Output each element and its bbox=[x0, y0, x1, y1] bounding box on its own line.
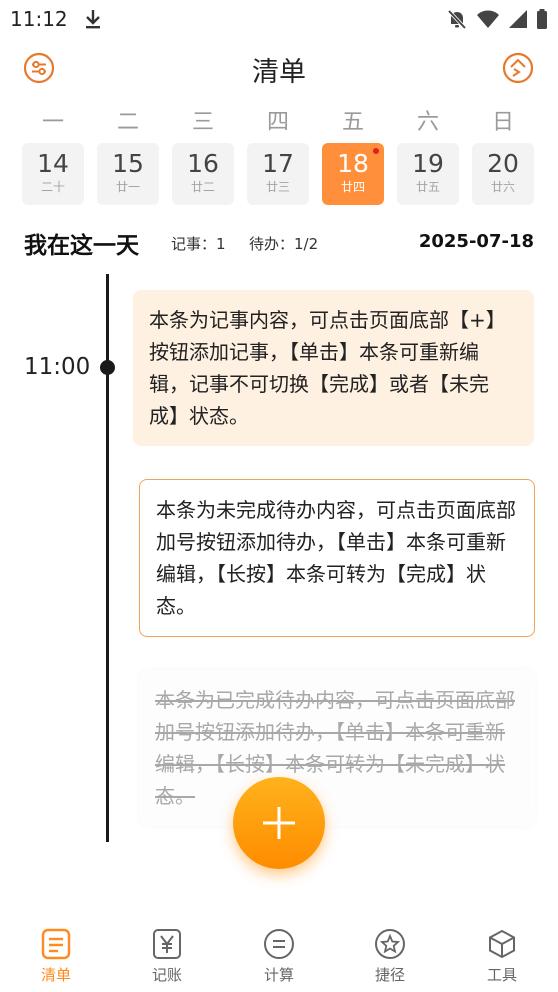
day-summary: 我在这一天 记事：1 待办：1/2 2025-07-18 bbox=[0, 226, 558, 260]
wifi-icon bbox=[476, 9, 500, 33]
todo-count: 待办：1/2 bbox=[249, 235, 319, 253]
lunar-date: 二十 bbox=[40, 180, 65, 194]
equals-icon bbox=[264, 929, 294, 959]
weekday-label: 五 bbox=[341, 110, 364, 135]
header: 清单 bbox=[0, 44, 558, 94]
date-number: 14 bbox=[37, 149, 69, 178]
date-cell-selected[interactable]: 18 廿四 bbox=[322, 143, 384, 205]
add-button[interactable] bbox=[233, 777, 325, 869]
nav-item-shortcut[interactable]: 捷径 bbox=[350, 928, 430, 985]
plus-icon bbox=[263, 807, 295, 839]
signal-icon bbox=[508, 9, 528, 33]
week-date-strip: 14 二十 15 廿一 16 廿二 17 廿三 18 廿四 19 廿五 20 廿… bbox=[0, 143, 558, 205]
status-bar: 11:12 bbox=[0, 0, 558, 38]
weekday-label: 四 bbox=[266, 110, 289, 135]
todo-card-completed[interactable]: 本条为已完成待办内容，可点击页面底部加号按钮添加待办，【单击】本条可重新编辑，【… bbox=[139, 670, 535, 826]
lunar-date: 廿三 bbox=[265, 180, 290, 194]
notes-count: 记事：1 bbox=[171, 235, 226, 253]
nav-item-calculate[interactable]: 计算 bbox=[239, 928, 319, 985]
date-number: 19 bbox=[412, 149, 444, 178]
date-cell[interactable]: 16 廿二 bbox=[172, 143, 234, 205]
date-cell[interactable]: 15 廿一 bbox=[97, 143, 159, 205]
status-time: 11:12 bbox=[10, 7, 68, 31]
nav-label: 捷径 bbox=[374, 966, 405, 984]
list-icon bbox=[41, 928, 71, 960]
nav-label: 计算 bbox=[263, 966, 294, 984]
yen-icon bbox=[153, 929, 181, 959]
note-card[interactable]: 本条为记事内容，可点击页面底部【+】按钮添加记事，【单击】本条可重新编辑，记事不… bbox=[133, 290, 534, 446]
timeline-time: 11:00 bbox=[24, 354, 91, 380]
nav-item-bookkeeping[interactable]: 记账 bbox=[127, 928, 207, 985]
nav-label: 清单 bbox=[40, 966, 71, 984]
nav-item-list[interactable]: 清单 bbox=[16, 928, 96, 985]
status-icons bbox=[446, 8, 548, 34]
weekday-row: 一 二 三 四 五 六 日 bbox=[0, 104, 558, 135]
date-number: 15 bbox=[112, 149, 144, 178]
mute-bell-icon bbox=[446, 8, 468, 34]
nav-label: 工具 bbox=[486, 966, 517, 984]
lunar-date: 廿五 bbox=[415, 180, 440, 194]
section-title: 我在这一天 bbox=[24, 233, 139, 259]
page-title: 清单 bbox=[252, 57, 306, 88]
nav-item-tools[interactable]: 工具 bbox=[462, 928, 542, 985]
star-icon bbox=[375, 929, 405, 959]
cube-icon bbox=[489, 929, 515, 959]
download-icon bbox=[82, 8, 104, 30]
date-number: 16 bbox=[187, 149, 219, 178]
weekday-label: 日 bbox=[491, 110, 514, 135]
weekday-label: 三 bbox=[191, 110, 214, 135]
lunar-date: 廿二 bbox=[190, 180, 215, 194]
weekday-label: 一 bbox=[41, 110, 64, 135]
date-cell[interactable]: 14 二十 bbox=[22, 143, 84, 205]
date-cell[interactable]: 17 廿三 bbox=[247, 143, 309, 205]
selected-date: 2025-07-18 bbox=[418, 231, 534, 252]
today-icon[interactable] bbox=[502, 52, 534, 84]
lunar-date: 廿四 bbox=[340, 180, 365, 194]
weekday-label: 六 bbox=[416, 110, 439, 135]
event-dot bbox=[373, 148, 379, 154]
date-cell[interactable]: 20 廿六 bbox=[472, 143, 534, 205]
timeline-dot bbox=[100, 360, 115, 375]
nav-label: 记账 bbox=[151, 966, 182, 984]
bottom-nav: 清单 记账 计算 捷径 工具 bbox=[0, 920, 558, 992]
lunar-date: 廿六 bbox=[490, 180, 515, 194]
date-cell[interactable]: 19 廿五 bbox=[397, 143, 459, 205]
battery-icon bbox=[536, 8, 548, 34]
todo-card-pending[interactable]: 本条为未完成待办内容，可点击页面底部加号按钮添加待办，【单击】本条可重新编辑，【… bbox=[139, 479, 535, 637]
date-number: 17 bbox=[262, 149, 294, 178]
lunar-date: 廿一 bbox=[115, 180, 140, 194]
weekday-label: 二 bbox=[116, 110, 139, 135]
app-screen: 11:12 清单 一 二 三 四 五 六 日 14 二十 15 廿一 16 廿二… bbox=[0, 0, 558, 992]
date-number: 20 bbox=[487, 149, 519, 178]
